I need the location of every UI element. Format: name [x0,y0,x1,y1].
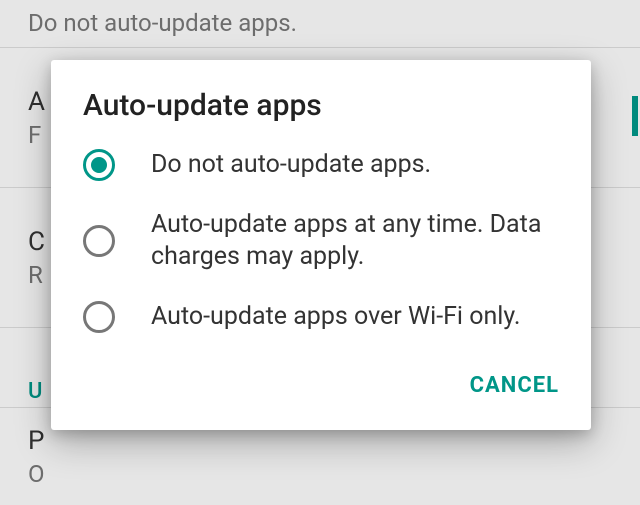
option-auto-update-any-time[interactable]: Auto-update apps at any time. Data charg… [71,195,571,287]
cancel-button[interactable]: CANCEL [460,365,569,406]
dialog-options: Do not auto-update apps. Auto-update app… [51,135,591,347]
option-label: Do not auto-update apps. [151,149,431,181]
dialog-title: Auto-update apps [51,88,591,135]
radio-selected-icon [83,149,115,181]
option-auto-update-wifi-only[interactable]: Auto-update apps over Wi-Fi only. [71,287,571,347]
auto-update-dialog: Auto-update apps Do not auto-update apps… [51,60,591,430]
radio-unselected-icon [83,225,115,257]
option-label: Auto-update apps over Wi-Fi only. [151,301,520,333]
radio-unselected-icon [83,301,115,333]
option-label: Auto-update apps at any time. Data charg… [151,209,559,273]
option-do-not-auto-update[interactable]: Do not auto-update apps. [71,135,571,195]
dialog-actions: CANCEL [51,347,591,430]
